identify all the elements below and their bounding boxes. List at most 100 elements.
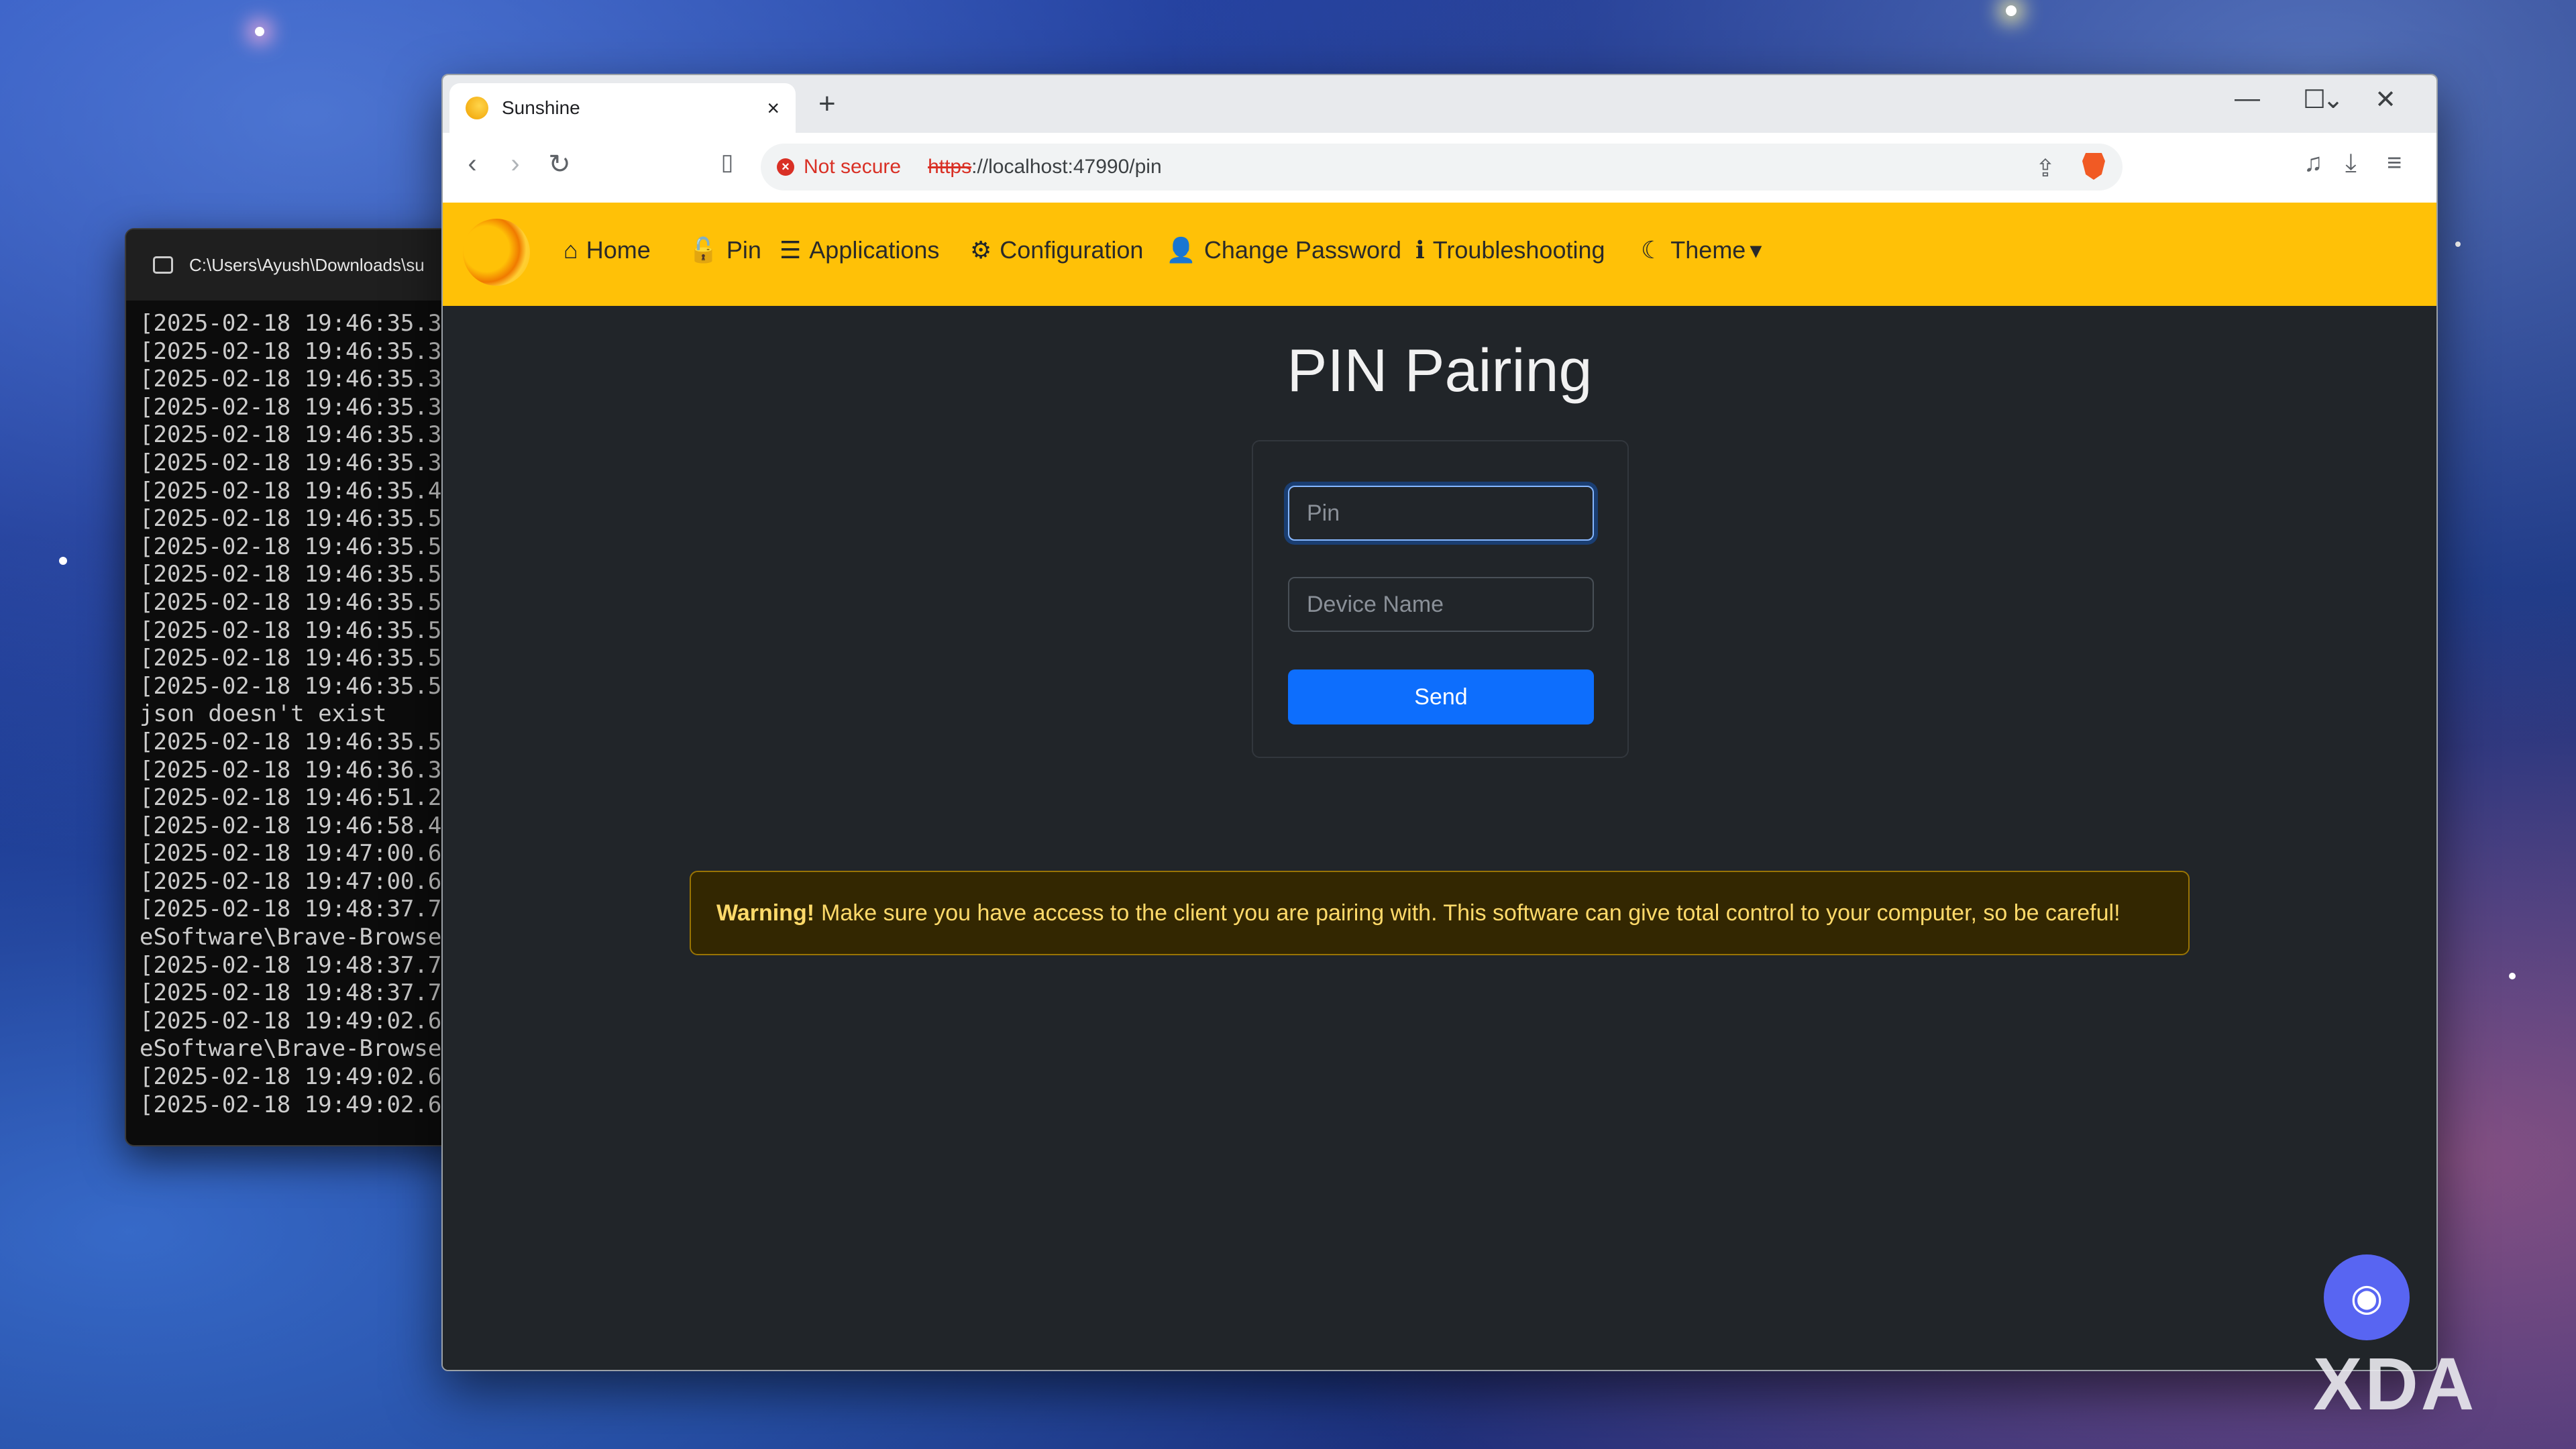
- terminal-line: [2025-02-18 19:46:35.52: [140, 616, 455, 644]
- terminal-window[interactable]: C:\Users\Ayush\Downloads\su [2025-02-18 …: [125, 228, 476, 1146]
- maximize-button[interactable]: ☐: [2294, 85, 2334, 115]
- info-icon: ℹ: [1415, 236, 1425, 264]
- terminal-line: eSoftware\Brave-Browser: [140, 1035, 455, 1063]
- share-icon[interactable]: ⇪: [2035, 154, 2055, 182]
- browser-window: Sunshine × + ⌄ — ☐ ✕ ‹ › ↻ ▯ × Not secur…: [441, 74, 2438, 1371]
- address-bar[interactable]: × Not secure https://localhost:47990/pin…: [761, 144, 2123, 191]
- terminal-line: [2025-02-18 19:47:00.64: [140, 867, 455, 895]
- terminal-line: [2025-02-18 19:48:37.72: [140, 979, 455, 1007]
- page-title: PIN Pairing: [1287, 337, 1593, 405]
- discord-icon[interactable]: ◉: [2324, 1254, 2410, 1340]
- url-text[interactable]: https://localhost:47990/pin: [928, 156, 1162, 178]
- new-tab-button[interactable]: +: [818, 87, 836, 121]
- terminal-line: [2025-02-18 19:49:02.67: [140, 1063, 455, 1091]
- minimize-button[interactable]: —: [2227, 85, 2267, 113]
- download-icon[interactable]: ⤓: [2345, 149, 2357, 178]
- terminal-line: [2025-02-18 19:46:35.54: [140, 672, 455, 700]
- nav-label: Home: [586, 236, 651, 264]
- terminal-line: [2025-02-18 19:46:35.52: [140, 505, 455, 533]
- nav-troubleshooting[interactable]: ℹ Troubleshooting: [1415, 236, 1605, 264]
- terminal-line: json doesn't exist: [140, 700, 387, 728]
- list-icon: ☰: [780, 236, 802, 264]
- tab-sunshine[interactable]: Sunshine ×: [449, 83, 796, 133]
- warning-alert: Warning! Make sure you have access to th…: [690, 871, 2190, 955]
- terminal-line: [2025-02-18 19:46:35.30: [140, 393, 455, 421]
- warning-text: Make sure you have access to the client …: [821, 900, 2121, 926]
- security-label[interactable]: Not secure: [804, 156, 901, 178]
- terminal-output: [2025-02-18 19:46:35.30 [2025-02-18 19:46…: [126, 301, 475, 1119]
- not-secure-icon: ×: [777, 158, 794, 176]
- sunshine-favicon-icon: [466, 97, 488, 119]
- home-icon: ⌂: [564, 236, 578, 264]
- terminal-line: [2025-02-18 19:46:58.47: [140, 812, 455, 839]
- tab-title: Sunshine: [502, 97, 580, 118]
- nav-label: Theme: [1670, 236, 1746, 264]
- terminal-line: [2025-02-18 19:47:00.64: [140, 840, 455, 867]
- terminal-title: C:\Users\Ayush\Downloads\su: [189, 254, 425, 275]
- terminal-icon: [153, 256, 173, 274]
- terminal-line: [2025-02-18 19:49:02.67: [140, 1007, 455, 1034]
- moon-icon: ☾: [1641, 236, 1663, 264]
- nav-home[interactable]: ⌂ Home: [564, 236, 651, 264]
- tab-close-icon[interactable]: ×: [767, 96, 780, 121]
- send-button[interactable]: Send: [1288, 669, 1594, 724]
- user-lock-icon: 👤: [1166, 236, 1196, 264]
- nav-label: Troubleshooting: [1432, 236, 1605, 264]
- browser-toolbar: ‹ › ↻ ▯ × Not secure https://localhost:4…: [443, 133, 2436, 203]
- menu-icon[interactable]: ≡: [2387, 149, 2402, 178]
- caret-down-icon: ▾: [1750, 236, 1762, 264]
- star: [2455, 241, 2461, 247]
- star: [255, 27, 264, 36]
- terminal-line: [2025-02-18 19:46:35.30: [140, 449, 455, 476]
- unlock-icon: 🔓: [688, 236, 718, 264]
- url-path: ://localhost:47990/pin: [971, 156, 1162, 178]
- terminal-line: [2025-02-18 19:49:02.67: [140, 1091, 455, 1118]
- close-window-button[interactable]: ✕: [2365, 85, 2406, 115]
- star: [2509, 973, 2516, 979]
- terminal-line: [2025-02-18 19:46:51.21: [140, 784, 455, 812]
- terminal-line: [2025-02-18 19:46:35.52: [140, 533, 455, 560]
- pairing-form: Send: [1252, 440, 1629, 758]
- nav-label: Change Password: [1203, 236, 1401, 264]
- back-icon[interactable]: ‹: [453, 149, 491, 179]
- terminal-line: [2025-02-18 19:48:37.72: [140, 951, 455, 979]
- star: [59, 557, 67, 565]
- tab-strip: Sunshine × + ⌄ — ☐ ✕: [443, 75, 2436, 133]
- nav-applications[interactable]: ☰ Applications: [780, 236, 939, 264]
- nav-label: Pin: [726, 236, 761, 264]
- terminal-line: [2025-02-18 19:46:35.30: [140, 310, 455, 337]
- sunshine-logo[interactable]: [463, 219, 530, 286]
- url-scheme: https: [928, 156, 972, 178]
- terminal-line: [2025-02-18 19:48:37.72: [140, 896, 455, 923]
- nav-theme[interactable]: ☾ Theme ▾: [1641, 236, 1762, 264]
- warning-label: Warning!: [716, 900, 815, 926]
- device-name-input[interactable]: [1288, 577, 1594, 632]
- reload-icon[interactable]: ↻: [541, 149, 578, 180]
- brave-shields-icon[interactable]: [2082, 153, 2105, 180]
- media-icon[interactable]: ♫: [2304, 149, 2323, 178]
- terminal-line: [2025-02-18 19:46:35.30: [140, 337, 455, 365]
- terminal-line: [2025-02-18 19:46:35.55: [140, 728, 455, 755]
- pin-input[interactable]: [1288, 486, 1594, 541]
- terminal-line: [2025-02-18 19:46:35.52: [140, 588, 455, 616]
- bookmark-icon[interactable]: ▯: [708, 149, 746, 176]
- terminal-line: [2025-02-18 19:46:35.30: [140, 421, 455, 449]
- terminal-line: [2025-02-18 19:46:36.33: [140, 756, 455, 784]
- nav-label: Configuration: [1000, 236, 1144, 264]
- page-content: ⌂ Home 🔓 Pin ☰ Applications ⚙ Configuration 👤 Cha…: [443, 203, 2436, 1370]
- terminal-line: [2025-02-18 19:46:35.30: [140, 366, 455, 393]
- forward-icon[interactable]: ›: [496, 149, 534, 179]
- terminal-line: [2025-02-18 19:46:35.52: [140, 561, 455, 588]
- xda-watermark: XDA: [2313, 1343, 2477, 1426]
- nav-configuration[interactable]: ⚙ Configuration: [970, 236, 1143, 264]
- gear-icon: ⚙: [970, 236, 992, 264]
- nav-change-password[interactable]: 👤 Change Password: [1166, 236, 1401, 264]
- star: [2006, 5, 2017, 16]
- terminal-line: [2025-02-18 19:46:35.54: [140, 645, 455, 672]
- navbar: ⌂ Home 🔓 Pin ☰ Applications ⚙ Configuration 👤 Cha…: [443, 203, 2436, 306]
- terminal-line: [2025-02-18 19:46:35.47: [140, 477, 455, 504]
- terminal-titlebar[interactable]: C:\Users\Ayush\Downloads\su: [126, 229, 475, 301]
- nav-label: Applications: [809, 236, 940, 264]
- nav-pin[interactable]: 🔓 Pin: [688, 236, 761, 264]
- terminal-line: eSoftware\Brave-Browser: [140, 924, 455, 951]
